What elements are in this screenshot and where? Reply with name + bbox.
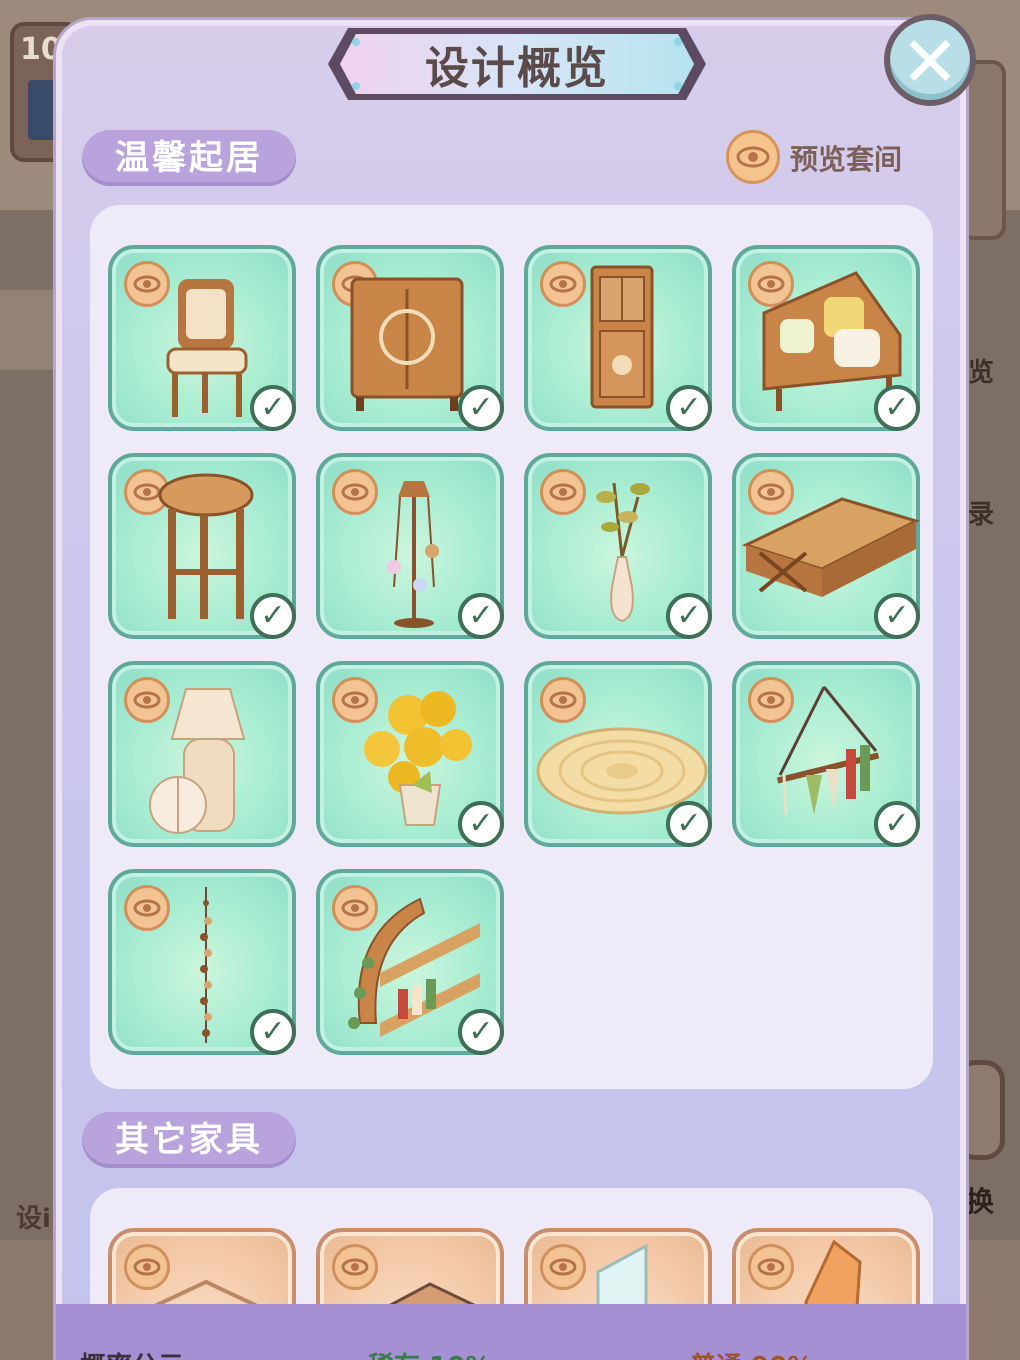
side-label-design: 设i — [16, 1204, 51, 1234]
item-tile[interactable]: ✓ — [524, 245, 712, 431]
preview-suite-label: 预览套间 — [790, 143, 903, 176]
probability-label: 概率公示 — [80, 1346, 184, 1360]
item-tile[interactable]: ✓ — [316, 453, 504, 639]
owned-check-icon: ✓ — [666, 801, 712, 847]
owned-check-icon: ✓ — [250, 1009, 296, 1055]
item-tile[interactable]: ✓ — [732, 453, 921, 639]
item-tile[interactable]: ✓ — [732, 661, 920, 847]
cozy-living-grid: ✓ ✓ ✓ ✓ ✓ ✓ ✓ ✓ ✓ ✓ ✓ ✓ ✓ — [90, 205, 933, 1089]
side-strip — [0, 290, 55, 370]
design-overview-panel: 设计概览 ✕ 温馨起居 预览套间 ✓ ✓ ✓ ✓ ✓ ✓ ✓ ✓ ✓ ✓ ✓ ✓… — [56, 14, 976, 1360]
item-tile[interactable]: ✓ — [108, 453, 296, 639]
preview-suite-button[interactable]: 预览套间 — [726, 130, 926, 184]
owned-check-icon: ✓ — [666, 593, 712, 639]
eye-icon — [726, 130, 780, 184]
table-lamp-pumpkin-icon — [149, 688, 246, 834]
common-rate: 普通 90% — [690, 1346, 813, 1360]
owned-check-icon: ✓ — [458, 385, 504, 431]
rare-rate: 稀有 10% — [368, 1346, 491, 1360]
probability-bar: 概率公示 稀有 10% 普通 90% — [56, 1304, 966, 1360]
owned-check-icon: ✓ — [458, 593, 504, 639]
page-title: 设计概览 — [425, 43, 609, 94]
side-label-swap: 换 — [966, 1185, 995, 1218]
owned-check-icon: ✓ — [458, 1009, 504, 1055]
owned-check-icon: ✓ — [666, 385, 712, 431]
owned-check-icon: ✓ — [250, 593, 296, 639]
owned-check-icon: ✓ — [874, 801, 920, 847]
item-tile[interactable]: ✓ — [524, 661, 712, 847]
item-tile[interactable]: ✓ — [732, 245, 920, 431]
close-button[interactable]: ✕ — [884, 14, 976, 106]
item-tile[interactable]: ✓ — [316, 661, 504, 847]
item-tile[interactable]: ✓ — [316, 869, 504, 1055]
owned-check-icon: ✓ — [874, 593, 920, 639]
item-tile[interactable]: ✓ — [316, 245, 504, 431]
item-tile[interactable]: ✓ — [524, 453, 712, 639]
owned-check-icon: ✓ — [458, 801, 504, 847]
section-title-cozy-living: 温馨起居 — [82, 130, 296, 186]
item-tile[interactable]: ✓ — [108, 245, 296, 431]
title-banner: 设计概览 — [326, 22, 708, 106]
side-label-preview: 览 — [968, 358, 995, 388]
close-icon: ✕ — [900, 21, 960, 103]
side-label-catalog: 录 — [968, 500, 995, 530]
section-title-other-furniture: 其它家具 — [82, 1112, 296, 1168]
owned-check-icon: ✓ — [874, 385, 920, 431]
item-tile[interactable]: ✓ — [108, 869, 296, 1055]
item-tile[interactable] — [108, 661, 296, 847]
owned-check-icon: ✓ — [250, 385, 296, 431]
